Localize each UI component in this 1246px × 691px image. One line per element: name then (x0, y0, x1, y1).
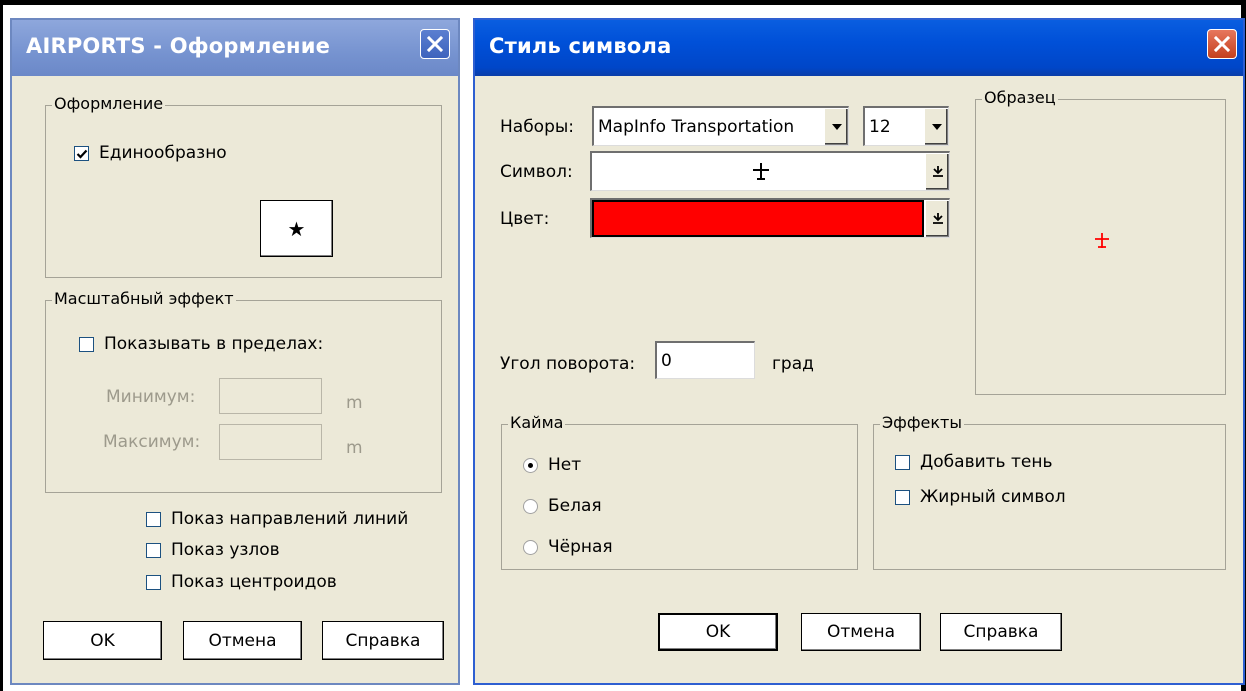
show-line-directions-label: Показ направлений линий (171, 509, 409, 529)
uniform-checkbox[interactable]: Единообразно (74, 143, 227, 163)
color-picker[interactable] (590, 198, 950, 238)
checkbox-box[interactable] (146, 574, 161, 590)
help-button-label: Справка (963, 622, 1039, 642)
rotation-field[interactable] (655, 341, 755, 379)
zoom-effect-group-label: Масштабный эффект (52, 289, 236, 308)
add-shadow-checkbox[interactable]: Добавить тень (895, 452, 1052, 472)
radio-button[interactable] (523, 539, 538, 555)
show-line-directions-checkbox[interactable]: Показ направлений линий (146, 509, 408, 529)
border-white-label: Белая (548, 496, 602, 516)
symbol-style-button[interactable]: ★ (260, 200, 333, 257)
font-set-label: Наборы: (500, 117, 575, 137)
bold-symbol-checkbox[interactable]: Жирный символ (895, 487, 1066, 507)
airplane-icon (1095, 233, 1109, 248)
checkbox-box[interactable] (895, 454, 910, 470)
dialog-title: AIRPORTS - Оформление (26, 34, 331, 58)
style-group: Оформление (45, 94, 442, 278)
dialog-title: Стиль символа (489, 34, 672, 58)
close-button[interactable] (1207, 29, 1237, 59)
show-centroids-checkbox[interactable]: Показ центроидов (146, 572, 337, 592)
help-button[interactable]: Справка (940, 613, 1062, 651)
max-zoom-label: Максимум: (103, 432, 201, 452)
border-none-label: Нет (548, 455, 582, 475)
font-set-dropdown[interactable]: MapInfo Transportation (592, 106, 849, 146)
close-icon (1213, 35, 1231, 53)
rotation-unit: град (772, 354, 814, 374)
show-centroids-label: Показ центроидов (171, 572, 337, 592)
picker-arrow-button[interactable] (925, 200, 949, 237)
show-within-checkbox[interactable]: Показывать в пределах: (79, 334, 323, 354)
add-shadow-label: Добавить тень (920, 452, 1053, 472)
close-button[interactable] (420, 29, 450, 59)
sample-preview: Образец (975, 88, 1226, 395)
max-zoom-unit: m (346, 438, 363, 458)
ok-button-label: OK (705, 622, 731, 642)
rotation-label: Угол поворота: (500, 354, 636, 374)
size-value: 12 (869, 116, 891, 137)
max-zoom-input[interactable] (220, 425, 321, 459)
show-nodes-label: Показ узлов (171, 540, 280, 560)
cancel-button[interactable]: Отмена (801, 613, 921, 651)
help-button[interactable]: Справка (322, 621, 444, 660)
chevron-down-icon (831, 124, 842, 130)
down-arrow-bar-icon (932, 166, 943, 177)
ok-button[interactable]: OK (658, 613, 778, 651)
font-set-value: MapInfo Transportation (598, 116, 795, 137)
size-dropdown[interactable]: 12 (863, 106, 949, 146)
checkbox-box[interactable] (895, 489, 910, 505)
min-zoom-unit: m (346, 393, 363, 413)
symbol-value (592, 161, 925, 183)
border-black-label: Чёрная (548, 537, 613, 557)
screen-frame-top (0, 0, 1246, 5)
rotation-input[interactable] (657, 343, 754, 378)
dropdown-arrow-button[interactable] (924, 108, 948, 145)
cancel-button-label: Отмена (208, 630, 277, 651)
checkmark-icon (76, 149, 88, 159)
help-button-label: Справка (345, 630, 421, 651)
uniform-label: Единообразно (99, 143, 227, 163)
radio-button[interactable] (523, 498, 538, 514)
dropdown-arrow-button[interactable] (824, 108, 848, 145)
title-bar[interactable]: Стиль символа (475, 20, 1243, 76)
sample-label: Образец (982, 88, 1058, 107)
show-nodes-checkbox[interactable]: Показ узлов (146, 540, 280, 560)
border-none-radio[interactable]: Нет (523, 455, 581, 475)
max-zoom-field[interactable] (219, 424, 322, 460)
airplane-icon (752, 162, 769, 180)
symbol-picker[interactable] (590, 151, 950, 191)
close-icon (426, 35, 444, 53)
color-swatch (592, 200, 924, 237)
cancel-button-label: Отмена (826, 622, 896, 642)
checkbox-box[interactable] (146, 511, 161, 527)
chevron-down-icon (931, 124, 942, 130)
min-zoom-input[interactable] (220, 379, 321, 413)
checkbox-box[interactable] (146, 542, 161, 558)
picker-arrow-button[interactable] (925, 153, 949, 190)
border-black-radio[interactable]: Чёрная (523, 537, 613, 557)
layer-style-dialog: AIRPORTS - Оформление Оформление Единооб… (10, 18, 460, 685)
min-zoom-label: Минимум: (106, 387, 196, 407)
style-group-label: Оформление (52, 94, 166, 113)
ok-button[interactable]: OK (43, 621, 162, 660)
down-arrow-bar-icon (932, 213, 943, 224)
min-zoom-field[interactable] (219, 378, 322, 414)
checkbox-box[interactable] (79, 336, 94, 352)
radio-button[interactable] (523, 457, 538, 473)
color-label: Цвет: (500, 209, 550, 229)
border-group-label: Кайма (508, 413, 566, 432)
symbol-label: Символ: (500, 162, 573, 182)
screen-frame-left (0, 0, 3, 691)
cancel-button[interactable]: Отмена (183, 621, 302, 660)
symbol-style-dialog: Стиль символа Наборы: MapInfo Transporta… (473, 18, 1245, 685)
bold-symbol-label: Жирный символ (920, 487, 1066, 507)
title-bar[interactable]: AIRPORTS - Оформление (12, 20, 458, 76)
border-white-radio[interactable]: Белая (523, 496, 602, 516)
checkbox-box[interactable] (74, 145, 89, 161)
show-within-label: Показывать в пределах: (104, 334, 324, 354)
effects-group-label: Эффекты (880, 413, 964, 432)
star-icon: ★ (287, 216, 306, 241)
ok-button-label: OK (90, 630, 115, 651)
